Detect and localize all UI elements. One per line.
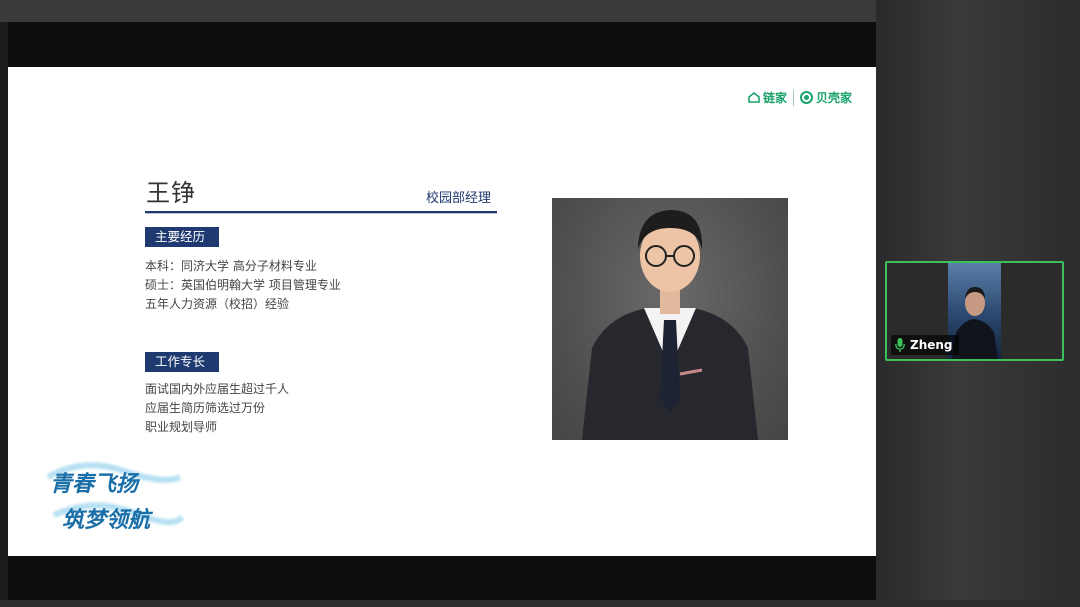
- lianjia-logo-text: 链家: [762, 91, 787, 105]
- slogan-line-1: 青春飞扬: [50, 471, 141, 497]
- bottom-strip: [0, 600, 1080, 607]
- name-divider-shadow: [145, 213, 497, 214]
- experience-header: 主要经历: [145, 227, 219, 247]
- share-letterbox-bottom: [8, 556, 876, 600]
- skills-header: 工作专长: [145, 352, 219, 372]
- skill-item: 应届生简历筛选过万份: [145, 401, 266, 415]
- ring-logo-icon: [799, 91, 813, 104]
- person-title: 校园部经理: [426, 191, 492, 206]
- skill-item: 面试国内外应届生超过千人: [145, 382, 290, 396]
- portrait-illustration: [582, 210, 758, 440]
- experience-item: 五年人力资源（校招）经验: [145, 297, 290, 311]
- presentation-slide: 链家 贝壳家 王铮 校园部经理 主要经历 本科：同济大学 高分子材料专业 硕士：…: [8, 67, 876, 556]
- logo-divider: [792, 89, 794, 106]
- meeting-window: 链家 贝壳家 王铮 校园部经理 主要经历 本科：同济大学 高分子材料专业 硕士：…: [0, 0, 1080, 607]
- participant-name-chip: Zheng: [891, 335, 959, 355]
- portrait-photo: [552, 198, 788, 440]
- brand-logos: 链家 贝壳家: [748, 89, 852, 106]
- beike-logo-text: 贝壳家: [815, 91, 852, 105]
- participant-name: Zheng: [910, 338, 953, 352]
- lianjia-logo: 链家: [748, 89, 787, 106]
- skill-item: 职业规划导师: [145, 420, 218, 434]
- slogan-calligraphy: 青春飞扬 筑梦领航: [44, 457, 185, 537]
- house-icon: [748, 92, 760, 103]
- participant-video-tile[interactable]: Zheng: [885, 261, 1064, 361]
- experience-item: 硕士：英国伯明翰大学 项目管理专业: [145, 278, 341, 292]
- person-name: 王铮: [146, 179, 196, 207]
- microphone-icon: [895, 338, 905, 352]
- slogan-line-2: 筑梦领航: [62, 507, 154, 533]
- experience-item: 本科：同济大学 高分子材料专业: [145, 259, 317, 273]
- slogan-graphic: 青春飞扬 筑梦领航: [46, 462, 185, 533]
- beike-logo: 贝壳家: [799, 89, 852, 106]
